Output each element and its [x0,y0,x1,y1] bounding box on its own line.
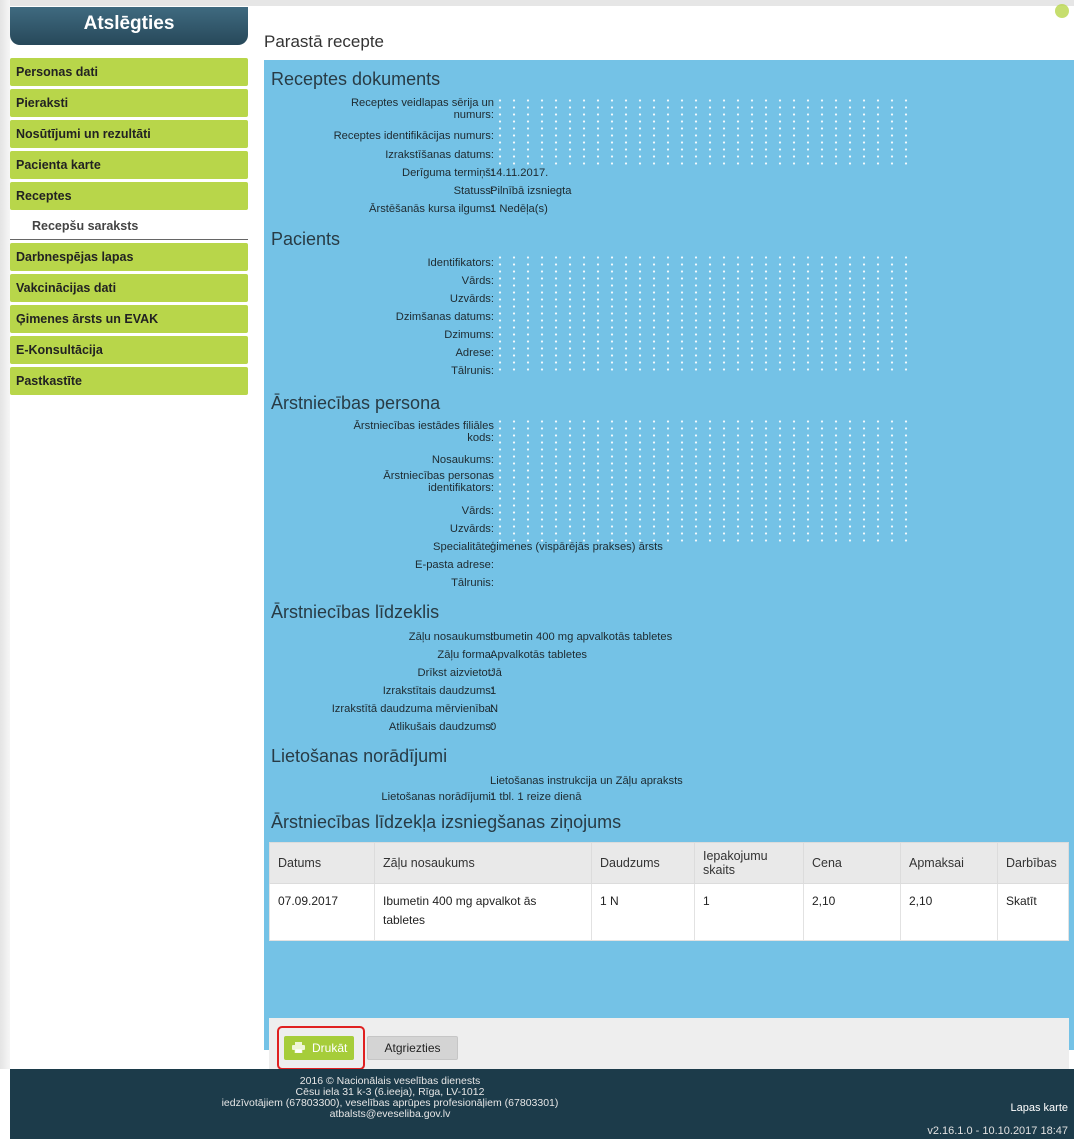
label-patient-surname: Uzvārds: [449,293,494,305]
label-email: E-pasta adrese: [415,559,494,571]
label-remaining-quantity: Atlikušais daudzums: [388,721,494,733]
footer-email-link[interactable]: atbalsts@eveseliba.gov.lv [10,1109,770,1120]
back-button[interactable]: Atgriezties [367,1036,458,1060]
section-title-usage: Lietošanas norādījumi [271,746,448,766]
label-course-length: Ārstēšanās kursa ilgums: [369,203,494,215]
label-doctor-name: Vārds: [461,505,494,517]
sidebar-item-mailbox[interactable]: Pastkastīte [10,367,248,395]
view-link[interactable]: Skatīt [997,883,1069,941]
table-row: 07.09.2017 Ibumetin 400 mg apvalkot ās t… [269,883,1069,941]
cell-medicine-name: Ibumetin 400 mg apvalkot ās tabletes [374,883,592,941]
label-identification-number: Receptes identifikācijas numurs: [333,130,494,142]
sidebar-item-vaccination[interactable]: Vakcinācijas dati [10,274,248,302]
version-info: v2.16.1.0 - 10.10.2017 18:47 [927,1125,1068,1137]
sitemap-link[interactable]: Lapas karte [1011,1102,1068,1114]
cell-payment: 2,10 [900,883,998,941]
label-quantity-unit: Izrakstītā daudzuma mērvienība: [331,703,494,715]
cell-package-count: 1 [694,883,804,941]
label-institution-name: Nosaukums: [431,454,494,466]
label-doctor-identifier: Ārstniecības personas identifikators: [383,470,494,494]
sidebar-item-patient-card[interactable]: Pacienta karte [10,151,248,179]
col-price: Cena [803,842,901,884]
left-shadow [0,0,10,1069]
table-header-row: Datums Zāļu nosaukums Daudzums Iepakojum… [269,842,1069,884]
value-substitution: Jā [490,667,502,679]
value-medicine-name: Ibumetin 400 mg apvalkotās tabletes [490,631,673,643]
value-quantity-unit: N [490,703,499,715]
label-patient-identifier: Identifikators: [427,257,494,269]
value-usage: 1 tbl. 1 reize dienā [490,791,582,803]
label-medicine-name: Zāļu nosaukums: [408,631,494,643]
section-title-dispense-report: Ārstniecības līdzekļa izsniegšanas ziņoj… [271,812,622,832]
cell-quantity: 1 N [591,883,695,941]
highlight-box [277,1026,365,1070]
dispense-table: Datums Zāļu nosaukums Daudzums Iepakojum… [269,842,1069,941]
col-quantity: Daudzums [591,842,695,884]
label-patient-name: Vārds: [461,275,494,287]
label-medicine-form: Zāļu forma: [437,649,494,661]
cell-price: 2,10 [803,883,901,941]
label-issue-date: Izrakstīšanas datums: [385,149,494,161]
redacted-patient-values [493,254,913,372]
label-branch-code: Ārstniecības iestādes filiāles kods: [353,420,494,444]
sidebar-item-sick-leave[interactable]: Darbnespējas lapas [10,243,248,271]
sidebar-item-appointments[interactable]: Pieraksti [10,89,248,117]
redacted-document-values [493,97,913,169]
sidebar-item-referrals[interactable]: Nosūtījumi un rezultāti [10,120,248,148]
label-prescribed-quantity: Izrakstītais daudzums: [382,685,494,697]
label-patient-address: Adrese: [455,347,494,359]
top-border [0,0,1074,6]
sidebar-item-e-consultation[interactable]: E-Konsultācija [10,336,248,364]
sidebar-item-family-doctor[interactable]: Ģimenes ārsts un EVAK [10,305,248,333]
label-status: Statuss: [453,185,494,197]
label-patient-phone: Tālrunis: [451,365,494,377]
value-remaining-quantity: 0 [490,721,497,733]
section-title-document: Receptes dokuments [271,69,441,89]
page-title: Parastā recepte [264,32,385,51]
label-doctor-phone: Tālrunis: [451,577,494,589]
label-substitution: Drīkst aizvietot: [417,667,494,679]
cell-date: 07.09.2017 [269,883,375,941]
label-specialty: Specialitāte: [433,541,494,553]
label-valid-until: Derīguma termiņš: [401,167,494,179]
value-status: Pilnībā izsniegta [490,185,572,197]
col-medicine-name: Zāļu nosaukums [374,842,592,884]
logout-button[interactable]: Atslēgties [10,7,248,45]
col-date: Datums [269,842,375,884]
sidebar-item-prescriptions[interactable]: Receptes [10,182,248,210]
section-title-doctor: Ārstniecības persona [271,393,441,413]
label-doctor-surname: Uzvārds: [449,523,494,535]
corner-indicator [1055,4,1069,18]
sidebar-subitem-prescription-list[interactable]: Recepšu saraksts [10,213,248,240]
section-title-patient: Pacients [271,229,341,249]
label-patient-birth-date: Dzimšanas datums: [395,311,494,323]
label-usage: Lietošanas norādījumi: [381,791,494,803]
sidebar-item-personal-data[interactable]: Personas dati [10,58,248,86]
footer-info: 2016 © Nacionālais veselības dienests Cē… [10,1076,770,1120]
value-course-length: 1 Nedēļa(s) [490,203,548,215]
value-medicine-form: Apvalkotās tabletes [490,649,588,661]
footer: 2016 © Nacionālais veselības dienests Cē… [10,1069,1074,1139]
sidebar: Atslēgties Personas dati Pieraksti Nosūt… [10,7,248,395]
col-actions: Darbības [997,842,1069,884]
value-prescribed-quantity: 1 [490,685,497,697]
section-title-medicine: Ārstniecības līdzeklis [271,602,440,622]
col-package-count: Iepakojumu skaits [694,842,804,884]
col-payment: Apmaksai [900,842,998,884]
usage-instructions-link[interactable]: Lietošanas instrukcija un Zāļu apraksts [490,775,683,787]
redacted-doctor-values [493,418,913,543]
label-patient-gender: Dzimums: [444,329,494,341]
label-series-number: Receptes veidlapas sērija un numurs: [350,97,494,121]
